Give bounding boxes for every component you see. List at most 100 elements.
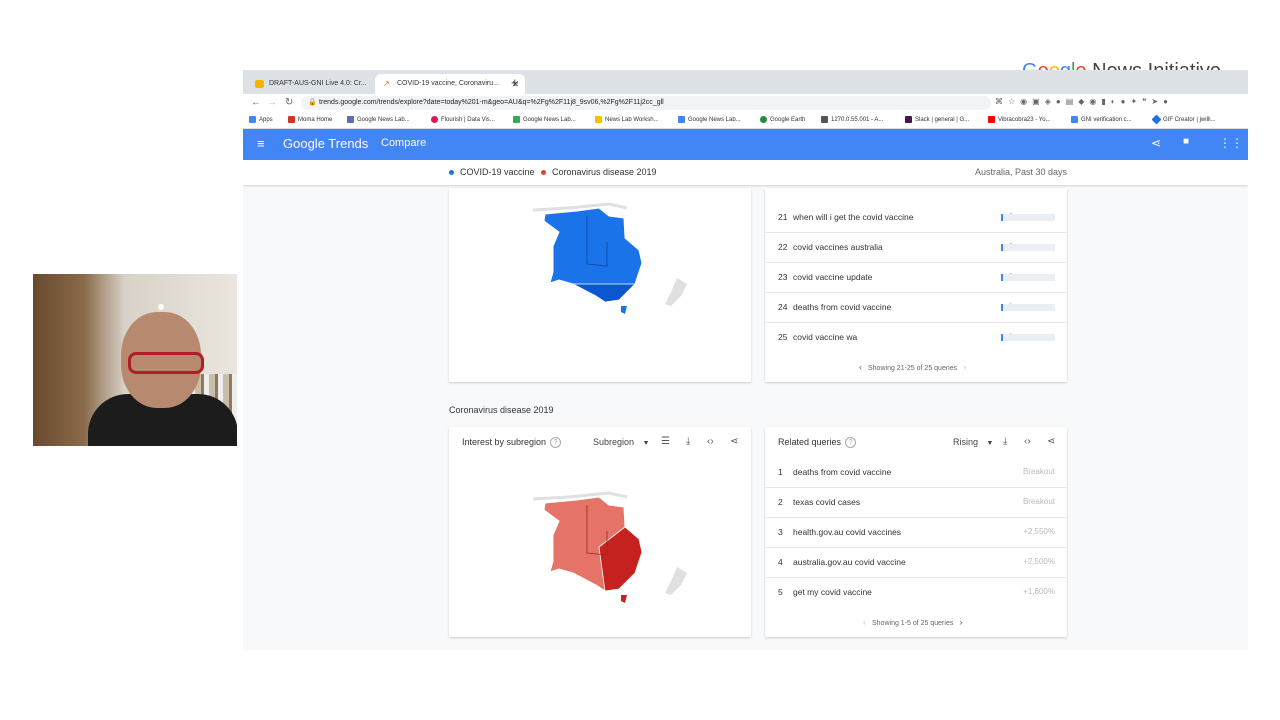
bookmark-item[interactable]: News Lab Worksh...: [595, 112, 659, 128]
google-trends-logo[interactable]: Google Trends: [283, 136, 368, 151]
prev-page-icon[interactable]: ‹: [863, 617, 866, 627]
tab-draft-doc[interactable]: DRAFT-AUS-GNI Live 4.0: Cr... ✕: [247, 74, 393, 94]
bookmark-item[interactable]: Flourish | Data Vis...: [431, 112, 495, 128]
map-neighbouring-land: [532, 491, 628, 501]
bookmark-label: GIF Creator | jwilli...: [1163, 117, 1216, 123]
query-value-bar-fill: [1001, 244, 1003, 251]
compare-tab[interactable]: Compare: [381, 137, 426, 149]
youtube-icon: [988, 115, 995, 123]
back-icon[interactable]: ←: [251, 96, 261, 110]
related-queries-card-coronavirus: Related queries? Rising ▼ ⤓ ‹› ⋖ 1 deaths…: [765, 427, 1067, 637]
query-value-bar: [1001, 334, 1055, 341]
bookmark-item[interactable]: 1270.0.55.001 - A...: [821, 112, 883, 128]
query-rising-value: +2,550%: [1023, 527, 1055, 536]
map-new-zealand: [665, 567, 687, 595]
geo-time-filter[interactable]: Australia, Past 30 days: [975, 160, 1067, 185]
query-value-bar: [1001, 304, 1055, 311]
query-row[interactable]: 21when will i get the covid vaccine2: [765, 202, 1067, 233]
prev-page-icon[interactable]: ‹: [859, 362, 862, 372]
new-tab-button[interactable]: +: [511, 74, 519, 92]
query-rank: 1: [778, 467, 783, 477]
bookmark-item[interactable]: GNI verification c...: [1071, 112, 1132, 128]
section-title-coronavirus: Coronavirus disease 2019: [449, 405, 554, 415]
legend-label: COVID-19 vaccine: [460, 167, 535, 177]
map-tasmania[interactable]: [621, 306, 627, 314]
legend-item-covid-vaccine[interactable]: COVID-19 vaccine: [449, 160, 535, 185]
bookmark-item[interactable]: GIF Creator | jwilli...: [1151, 112, 1216, 128]
query-text: deaths from covid vaccine: [793, 302, 892, 312]
url-bar[interactable]: 🔒 trends.google.com/trends/explore?date=…: [301, 96, 991, 110]
bookmark-item[interactable]: Google News Lab...: [513, 112, 576, 128]
query-row[interactable]: 22covid vaccines australia2: [765, 232, 1067, 263]
query-text: texas covid cases: [793, 497, 861, 507]
query-text: australia.gov.au covid vaccine: [793, 557, 906, 567]
related-queries-title: Related queries?: [778, 437, 857, 449]
map-region-southeast[interactable]: [572, 283, 636, 303]
ceiling-lamp: [158, 304, 164, 310]
feedback-icon[interactable]: ■: [1183, 136, 1189, 147]
site-icon: [347, 115, 354, 123]
menu-icon[interactable]: ≡: [257, 136, 265, 151]
next-page-icon[interactable]: ›: [959, 617, 962, 627]
query-value-bar: [1001, 214, 1055, 221]
google-trends-header: ≡ Google Trends Compare ⋖ ■ ⋮⋮⋮: [243, 129, 1248, 160]
query-text: get my covid vaccine: [793, 587, 872, 597]
bookmark-item[interactable]: Vibracobra23 - Yo...: [988, 112, 1051, 128]
forward-icon[interactable]: →: [267, 96, 277, 110]
query-text: covid vaccines australia: [793, 242, 883, 252]
tab-google-trends[interactable]: ↗ COVID-19 vaccine, Coronaviru... ✕: [375, 74, 525, 94]
query-value-bar-fill: [1001, 334, 1003, 341]
bookmark-item[interactable]: Google News Lab...: [347, 112, 410, 128]
query-row[interactable]: 3 health.gov.au covid vaccines +2,550%: [765, 517, 1067, 548]
abs-icon: [821, 115, 828, 123]
bookmark-item[interactable]: Google News Lab...: [678, 112, 741, 128]
bookmark-item[interactable]: Moma Home: [288, 112, 332, 128]
flourish-icon: [431, 115, 438, 123]
drive-icon: [595, 115, 602, 123]
share-icon[interactable]: ⋖: [1151, 136, 1161, 150]
query-row[interactable]: 4 australia.gov.au covid vaccine +2,500%: [765, 547, 1067, 578]
interest-by-subregion-card-coronavirus: Interest by subregion? Subregion ▼ ☰ ⤓ ‹…: [449, 427, 751, 637]
query-row[interactable]: 25covid vaccine wa1: [765, 322, 1067, 352]
query-row[interactable]: 5 get my covid vaccine +1,600%: [765, 577, 1067, 607]
embed-icon[interactable]: ‹›: [1024, 436, 1031, 447]
legend-item-coronavirus[interactable]: Coronavirus disease 2019: [541, 160, 657, 185]
query-row[interactable]: 1 deaths from covid vaccine Breakout: [765, 457, 1067, 488]
bookmark-item[interactable]: Apps: [249, 112, 273, 128]
rising-select[interactable]: Rising ▼: [953, 437, 993, 447]
query-row[interactable]: 24deaths from covid vaccine1: [765, 292, 1067, 323]
browser-window: DRAFT-AUS-GNI Live 4.0: Cr... ✕ ↗ COVID-…: [243, 70, 1248, 650]
bookmark-label: Vibracobra23 - Yo...: [998, 117, 1051, 123]
query-value-bar: [1001, 244, 1055, 251]
apps-grid-icon[interactable]: ⋮⋮⋮: [1219, 136, 1248, 150]
bookmark-item[interactable]: Google Earth: [760, 112, 805, 128]
query-rank: 2: [778, 497, 783, 507]
bookmark-item[interactable]: Slack | general | G...: [905, 112, 969, 128]
query-row[interactable]: 23covid vaccine update2: [765, 262, 1067, 293]
reload-icon[interactable]: ↻: [285, 96, 293, 110]
url-text: trends.google.com/trends/explore?date=to…: [319, 99, 664, 106]
bookmark-label: 1270.0.55.001 - A...: [831, 117, 884, 123]
query-value-bar-fill: [1001, 274, 1003, 281]
query-value-bar: [1001, 274, 1055, 281]
map-neighbouring-land: [532, 202, 628, 212]
legend-label: Coronavirus disease 2019: [552, 167, 657, 177]
legend-dot: [541, 170, 546, 176]
bookmark-label: News Lab Worksh...: [605, 117, 659, 123]
query-row[interactable]: 2 texas covid cases Breakout: [765, 487, 1067, 518]
share-icon[interactable]: ⋖: [1047, 436, 1055, 447]
help-icon[interactable]: ?: [845, 437, 857, 449]
map-tasmania[interactable]: [621, 595, 627, 603]
query-rank: 22: [778, 242, 788, 252]
map-new-zealand: [665, 278, 687, 306]
lock-icon: 🔒: [308, 99, 317, 106]
query-text: covid vaccine wa: [793, 332, 858, 342]
gif-creator-icon: [1151, 114, 1162, 125]
next-page-icon[interactable]: ›: [963, 362, 966, 372]
query-rank: 5: [778, 587, 783, 597]
extension-icons[interactable]: ⌘☆◉▣◈●▤◆◉▮◐●✦❝➤●: [995, 97, 1173, 106]
query-text: health.gov.au covid vaccines: [793, 527, 902, 537]
google-earth-icon: [760, 115, 767, 123]
download-icon[interactable]: ⤓: [1003, 436, 1007, 447]
presenter-webcam: [33, 274, 237, 446]
